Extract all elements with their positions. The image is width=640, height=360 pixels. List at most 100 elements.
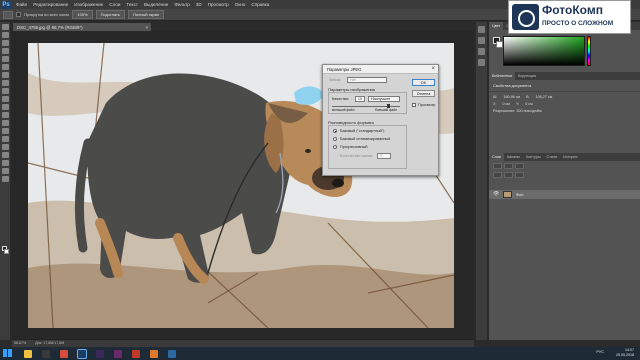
size-row: Ш: 160,96 см В: 106,27 см bbox=[489, 92, 640, 99]
scroll-all-windows-checkbox[interactable] bbox=[16, 12, 21, 17]
pen-tool-icon[interactable] bbox=[1, 136, 9, 142]
menu-image[interactable]: Изображение bbox=[71, 2, 106, 7]
format-baseline-optimized-radio[interactable] bbox=[333, 137, 337, 141]
ok-button[interactable]: OK bbox=[412, 79, 435, 86]
document-tab[interactable]: DSC_4756.jpg @ 66,7% (RGB/8*) × bbox=[12, 22, 152, 31]
menu-filter[interactable]: Фильтр bbox=[171, 2, 192, 7]
layer-filter-dropdown[interactable] bbox=[493, 162, 502, 169]
tab-paths[interactable]: Контуры bbox=[523, 153, 543, 161]
path-select-tool-icon[interactable] bbox=[1, 152, 9, 158]
background-color-swatch[interactable] bbox=[4, 249, 9, 254]
file-explorer-icon[interactable] bbox=[24, 349, 32, 358]
scans-select[interactable]: 3 bbox=[377, 153, 391, 159]
tab-libraries[interactable]: Библиотеки bbox=[489, 72, 515, 80]
recorder-icon[interactable] bbox=[150, 349, 158, 358]
fill-screen-button[interactable]: Полный экран bbox=[127, 10, 165, 19]
format-progressive-radio[interactable] bbox=[333, 145, 337, 149]
actions-panel-icon[interactable] bbox=[478, 37, 485, 44]
shape-tool-icon[interactable] bbox=[1, 160, 9, 166]
blur-tool-icon[interactable] bbox=[1, 120, 9, 126]
tab-adjustments[interactable]: Коррекция bbox=[515, 72, 539, 80]
eyedropper-tool-icon[interactable] bbox=[1, 64, 9, 70]
after-effects-icon[interactable] bbox=[114, 349, 122, 358]
crop-tool-icon[interactable] bbox=[1, 56, 9, 62]
hue-slider[interactable] bbox=[587, 36, 591, 66]
quality-slider[interactable] bbox=[332, 104, 400, 108]
menu-type[interactable]: Текст bbox=[123, 2, 141, 7]
menu-layers[interactable]: Слои bbox=[106, 2, 123, 7]
menu-file[interactable]: Файл bbox=[13, 2, 30, 7]
hand-tool-icon[interactable] bbox=[1, 168, 9, 174]
fit-screen-button[interactable]: Подогнать bbox=[95, 10, 125, 19]
layer-row-background[interactable]: 👁 Фон bbox=[489, 190, 640, 199]
format-progressive-label[interactable]: Прогрессивный bbox=[340, 145, 367, 149]
media-player-icon[interactable] bbox=[42, 349, 50, 358]
zoom-tool-icon[interactable] bbox=[1, 176, 9, 182]
menu-window[interactable]: Окно bbox=[232, 2, 249, 7]
healing-brush-tool-icon[interactable] bbox=[1, 72, 9, 78]
eraser-tool-icon[interactable] bbox=[1, 104, 9, 110]
dodge-tool-icon[interactable] bbox=[1, 128, 9, 134]
zoom-level[interactable]: 66,67% bbox=[14, 341, 26, 345]
dialog-close-icon[interactable]: × bbox=[431, 65, 435, 74]
menu-edit[interactable]: Редактирование bbox=[30, 2, 71, 7]
layer-fill-field[interactable] bbox=[515, 171, 524, 178]
tray-clock[interactable]: 14:07 25.05.2018 bbox=[616, 348, 634, 358]
layer-opacity-field[interactable] bbox=[515, 162, 524, 169]
y-value[interactable]: 0 см bbox=[525, 102, 532, 106]
color-panel-background-swatch[interactable] bbox=[496, 41, 503, 48]
tab-color[interactable]: Цвет bbox=[489, 22, 504, 30]
width-value[interactable]: 160,96 см bbox=[503, 95, 520, 99]
layer-blend-mode-dropdown[interactable] bbox=[504, 162, 513, 169]
color-field[interactable] bbox=[503, 36, 585, 66]
windows-start-icon[interactable] bbox=[3, 349, 14, 358]
tab-styles[interactable]: Стили bbox=[544, 153, 561, 161]
photoshop-logo-icon: Ps bbox=[1, 0, 11, 9]
history-panel-icon[interactable] bbox=[478, 26, 485, 33]
menu-help[interactable]: Справка bbox=[248, 2, 272, 7]
quick-select-tool-icon[interactable] bbox=[1, 48, 9, 54]
brush-tool-icon[interactable] bbox=[1, 80, 9, 86]
history-brush-tool-icon[interactable] bbox=[1, 96, 9, 102]
zoom-100-button[interactable]: 100% bbox=[72, 10, 93, 19]
acrobat-icon[interactable] bbox=[132, 349, 140, 358]
menu-view[interactable]: Просмотр bbox=[205, 2, 232, 7]
menu-3d[interactable]: 3D bbox=[193, 2, 205, 7]
preview-label[interactable]: Просмотр bbox=[418, 103, 435, 107]
layer-name[interactable]: Фон bbox=[516, 190, 523, 199]
lock-pixels-icon[interactable] bbox=[493, 171, 502, 178]
move-tool-icon[interactable] bbox=[1, 24, 9, 30]
format-baseline-label[interactable]: Базовый ("стандартный") bbox=[340, 129, 384, 133]
lasso-tool-icon[interactable] bbox=[1, 40, 9, 46]
hand-tool-preset-icon[interactable] bbox=[3, 10, 13, 19]
type-tool-icon[interactable] bbox=[1, 144, 9, 150]
app-icon[interactable] bbox=[168, 349, 176, 358]
clone-stamp-tool-icon[interactable] bbox=[1, 88, 9, 94]
marquee-tool-icon[interactable] bbox=[1, 32, 9, 38]
quality-preset-select[interactable]: Наилучшее bbox=[368, 96, 400, 102]
tab-channels[interactable]: Каналы bbox=[504, 153, 523, 161]
quality-input[interactable]: 10 bbox=[355, 96, 365, 102]
properties-panel-icon[interactable] bbox=[478, 48, 485, 55]
x-value[interactable]: 0 см bbox=[502, 102, 509, 106]
menu-select[interactable]: Выделение bbox=[141, 2, 171, 7]
input-language[interactable]: РУС bbox=[596, 350, 604, 354]
premiere-icon[interactable] bbox=[96, 349, 104, 358]
info-panel-icon[interactable] bbox=[478, 59, 485, 66]
scans-label: Количество шагов: bbox=[340, 154, 374, 158]
tab-layers[interactable]: Слои bbox=[489, 153, 504, 161]
tab-history[interactable]: История bbox=[560, 153, 580, 161]
large-file-label: больший файл bbox=[375, 108, 398, 112]
format-baseline-radio[interactable] bbox=[333, 129, 337, 133]
lock-position-icon[interactable] bbox=[504, 171, 513, 178]
matte-select[interactable]: Нет bbox=[347, 77, 387, 83]
height-value[interactable]: 106,27 см bbox=[536, 95, 553, 99]
gradient-tool-icon[interactable] bbox=[1, 112, 9, 118]
cancel-button[interactable]: Отмена bbox=[412, 90, 435, 97]
properties-title: Свойства документа bbox=[489, 80, 640, 92]
format-baseline-optimized-label[interactable]: Базовый оптимизированный bbox=[340, 137, 390, 141]
preview-checkbox[interactable] bbox=[412, 103, 416, 107]
photoshop-taskbar-icon[interactable] bbox=[77, 348, 87, 359]
visibility-eye-icon[interactable]: 👁 bbox=[493, 190, 499, 199]
chrome-icon[interactable] bbox=[60, 349, 68, 358]
